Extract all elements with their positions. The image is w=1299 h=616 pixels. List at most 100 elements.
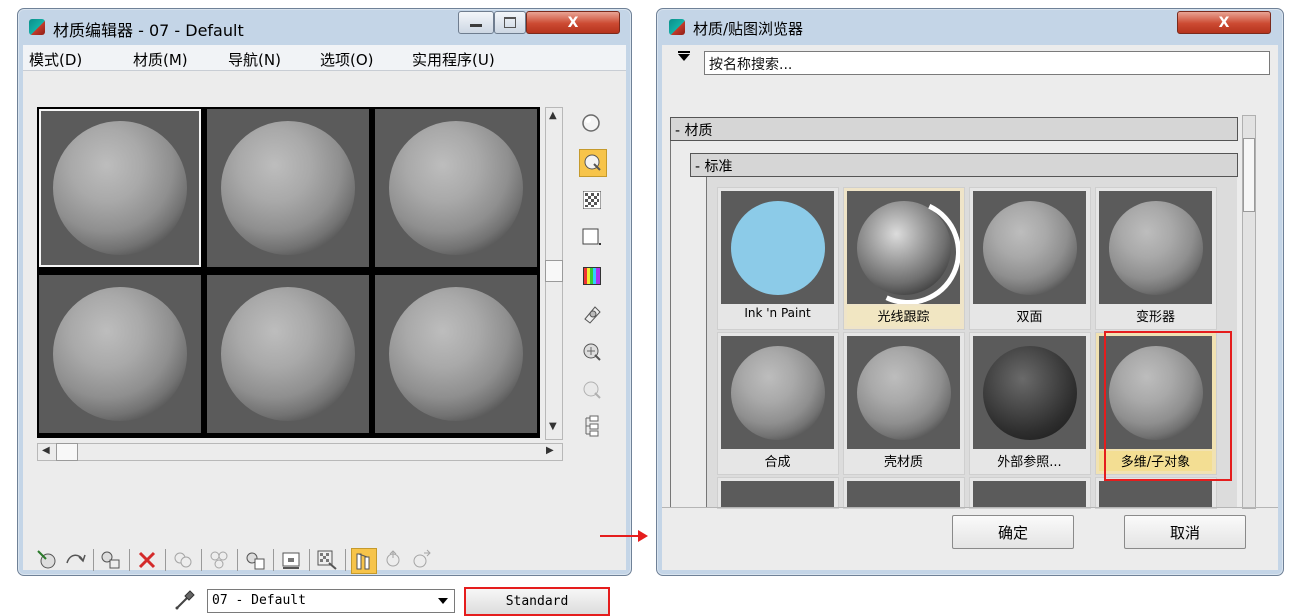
browser-titlebar[interactable]: 材质/贴图浏览器 X [657, 9, 1283, 45]
item-xref-material[interactable]: 外部参照... [969, 332, 1091, 475]
group-standard-header[interactable]: - 标准 [690, 153, 1238, 177]
menu-material[interactable]: 材质(M) [133, 49, 188, 70]
sample-slot-1[interactable] [39, 109, 201, 267]
item-ink-n-paint[interactable]: Ink 'n Paint [717, 187, 839, 330]
sample-type-icon[interactable] [579, 111, 605, 137]
thumb-image [973, 336, 1086, 449]
maximize-icon [504, 17, 516, 28]
footer-divider [662, 507, 1278, 508]
close-icon: X [1218, 14, 1230, 31]
put-material-to-scene-icon[interactable] [63, 548, 87, 572]
menu-options[interactable]: 选项(O) [320, 49, 374, 70]
toolbar-separator [201, 549, 202, 571]
material-editor-title: 材质编辑器 - 07 - Default [53, 21, 244, 40]
material-map-navigator-icon[interactable] [579, 413, 605, 439]
item-label: 外部参照... [997, 455, 1062, 470]
vertical-scroll-thumb[interactable] [545, 260, 563, 282]
browser-vertical-scrollbar[interactable] [1242, 115, 1256, 509]
material-name-combobox[interactable]: 07 - Default [207, 589, 455, 613]
group-materials-header[interactable]: - 材质 [670, 117, 1238, 141]
sample-slot-4[interactable] [39, 275, 201, 433]
xref-sphere [983, 346, 1077, 440]
item-shell-material[interactable]: 壳材质 [843, 332, 965, 475]
show-end-result-icon[interactable] [351, 548, 377, 574]
search-by-name-input[interactable]: 按名称搜索... [704, 51, 1270, 75]
thumb-image [973, 481, 1086, 508]
browser-options-bar [678, 51, 690, 53]
show-map-in-viewport-icon[interactable] [315, 548, 339, 572]
selected-item-highlight [1104, 331, 1232, 481]
material-sphere-preview [221, 121, 355, 255]
material-sphere-preview [983, 201, 1077, 295]
sample-slot-2[interactable] [207, 109, 369, 267]
material-id-channel-icon[interactable] [279, 548, 303, 572]
go-forward-to-sibling-icon[interactable] [409, 548, 433, 572]
slot-horizontal-scrollbar[interactable]: ◀ ▶ [37, 443, 563, 461]
thumb-image [973, 191, 1086, 304]
reset-map-delete-icon[interactable] [135, 548, 159, 572]
material-editor-client: ▲ ▼ ◀ ▶ 07 - Default Standard [23, 71, 626, 616]
item-partial[interactable] [969, 477, 1091, 509]
material-options-icon[interactable] [579, 339, 605, 365]
item-partial[interactable] [843, 477, 965, 509]
item-partial[interactable] [1095, 477, 1217, 509]
background-checker-icon[interactable] [579, 187, 605, 213]
item-double-sided[interactable]: 双面 [969, 187, 1091, 330]
browser-client: 按名称搜索... - 材质 - 标准 Ink 'n Paint 光线跟踪 双面 … [662, 45, 1278, 570]
select-by-material-icon[interactable] [579, 377, 605, 403]
assign-material-to-selection-icon[interactable] [99, 548, 123, 572]
toolbar-separator [237, 549, 238, 571]
sample-uv-tiling-icon[interactable] [579, 225, 605, 251]
material-sphere-preview [53, 121, 187, 255]
sample-slot-3[interactable] [375, 109, 537, 267]
put-to-library-icon[interactable] [243, 548, 267, 572]
material-map-browser-window: 材质/贴图浏览器 X 按名称搜索... - 材质 - 标准 Ink 'n Pai… [656, 8, 1284, 576]
horizontal-scroll-thumb[interactable] [56, 443, 78, 461]
item-partial[interactable] [717, 477, 839, 509]
menu-utilities[interactable]: 实用程序(U) [412, 49, 495, 70]
make-unique-icon[interactable] [207, 548, 231, 572]
maximize-button[interactable] [494, 11, 526, 34]
material-editor-window: 材质编辑器 - 07 - Default X 模式(D) 材质(M) 导航(N)… [17, 8, 632, 616]
menu-navigation[interactable]: 导航(N) [228, 49, 281, 70]
browser-title: 材质/贴图浏览器 [693, 20, 804, 38]
item-label: 双面 [1016, 310, 1043, 325]
close-button[interactable]: X [526, 11, 620, 34]
sample-slot-grid [37, 107, 540, 438]
material-editor-titlebar[interactable]: 材质编辑器 - 07 - Default X [18, 9, 631, 45]
chevron-down-icon[interactable] [438, 598, 448, 604]
scroll-right-arrow-icon[interactable]: ▶ [546, 445, 554, 456]
make-material-copy-icon[interactable] [171, 548, 195, 572]
browser-scroll-thumb[interactable] [1243, 138, 1255, 212]
make-preview-icon[interactable] [579, 301, 605, 327]
item-label: 壳材质 [883, 455, 923, 470]
sample-slot-5[interactable] [207, 275, 369, 433]
browser-options-dropdown-icon[interactable] [678, 54, 690, 61]
toolbar-separator [273, 549, 274, 571]
item-raytrace[interactable]: 光线跟踪 [843, 187, 965, 330]
material-type-button[interactable]: Standard [464, 587, 610, 616]
close-button[interactable]: X [1177, 11, 1271, 34]
minimize-button[interactable] [458, 11, 494, 34]
3dsmax-app-icon [29, 19, 45, 35]
video-color-check-icon[interactable] [579, 263, 605, 289]
material-name-value: 07 - Default [212, 593, 306, 608]
cancel-button[interactable]: 取消 [1124, 515, 1246, 549]
slot-vertical-scrollbar[interactable]: ▲ ▼ [545, 107, 563, 440]
scroll-down-arrow-icon[interactable]: ▼ [549, 421, 557, 432]
scroll-up-arrow-icon[interactable]: ▲ [549, 110, 557, 121]
menu-mode[interactable]: 模式(D) [29, 49, 82, 70]
sample-slot-6[interactable] [375, 275, 537, 433]
item-morpher[interactable]: 变形器 [1095, 187, 1217, 330]
get-material-icon[interactable] [35, 548, 59, 572]
go-to-parent-icon[interactable] [381, 548, 405, 572]
eyedropper-icon[interactable] [173, 589, 197, 611]
ok-button[interactable]: 确定 [952, 515, 1074, 549]
backlight-icon[interactable] [579, 149, 607, 177]
thumb-image [721, 191, 834, 304]
item-composite[interactable]: 合成 [717, 332, 839, 475]
search-placeholder: 按名称搜索... [709, 57, 793, 73]
toolbar-separator [129, 549, 130, 571]
scroll-left-arrow-icon[interactable]: ◀ [42, 445, 50, 456]
callout-arrow-line [600, 535, 640, 537]
